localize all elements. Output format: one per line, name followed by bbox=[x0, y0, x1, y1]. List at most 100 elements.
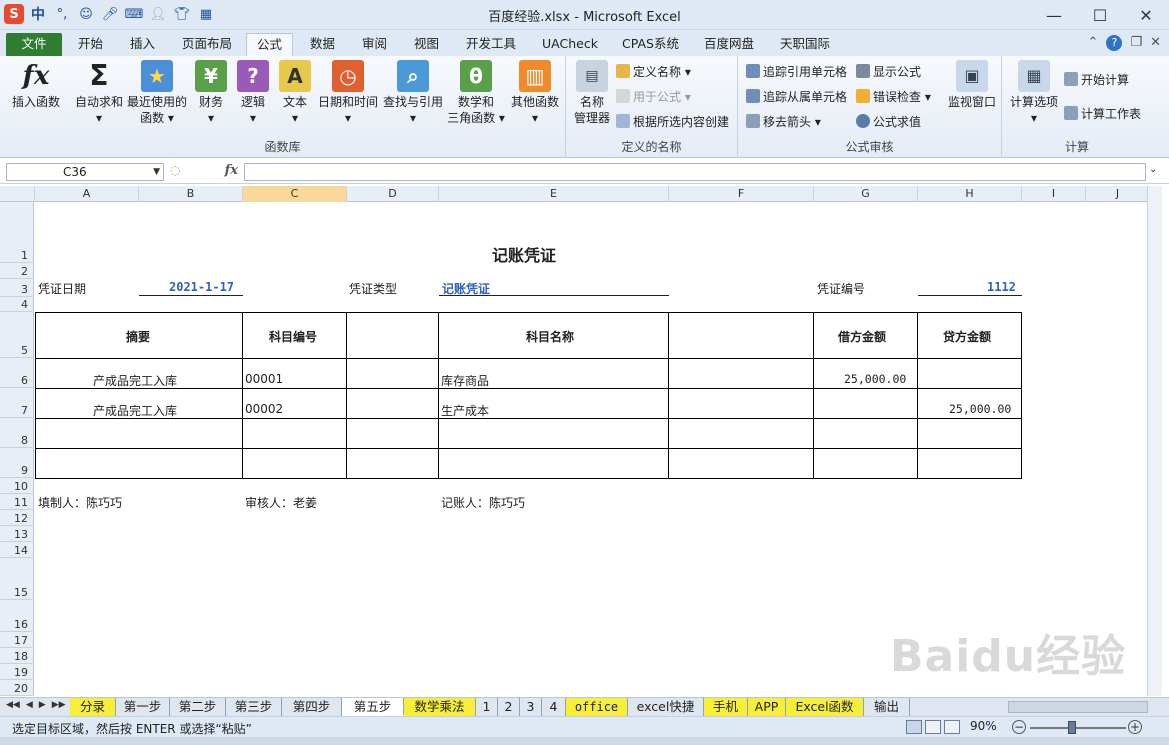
tab-tianzhi[interactable]: 天职国际 bbox=[770, 33, 840, 56]
close-workbook-icon[interactable]: ✕ bbox=[1150, 35, 1161, 51]
close-icon[interactable]: ✕ bbox=[1123, 0, 1169, 30]
sheet-tab[interactable]: 分录 bbox=[70, 698, 116, 716]
next-sheet-icon[interactable]: ▶ bbox=[39, 700, 46, 710]
row-header[interactable]: 6 bbox=[0, 358, 34, 388]
chevron-down-icon[interactable]: ▼ bbox=[153, 164, 160, 180]
column-header[interactable]: B bbox=[139, 186, 243, 202]
tab-review[interactable]: 审阅 bbox=[352, 33, 397, 56]
formula-input[interactable] bbox=[244, 163, 1146, 181]
tab-file[interactable]: 文件 bbox=[6, 33, 62, 56]
column-header[interactable]: E bbox=[439, 186, 669, 202]
zoom-in-icon[interactable]: + bbox=[1128, 720, 1142, 734]
row-header[interactable]: 20 bbox=[0, 680, 34, 696]
column-header[interactable]: D bbox=[347, 186, 439, 202]
row-header[interactable]: 2 bbox=[0, 263, 34, 279]
autosum-button[interactable]: Σ 自动求和 ▾ bbox=[70, 60, 128, 126]
maximize-icon[interactable]: ☐ bbox=[1077, 0, 1123, 30]
tab-data[interactable]: 数据 bbox=[300, 33, 345, 56]
row-header[interactable]: 14 bbox=[0, 542, 34, 558]
sheet-tab[interactable]: 1 bbox=[476, 698, 498, 716]
name-manager-button[interactable]: ▤ 名称 管理器 bbox=[570, 60, 614, 126]
create-from-selection-button[interactable]: 根据所选内容创建 bbox=[616, 112, 729, 132]
sheet-tab[interactable]: 4 bbox=[542, 698, 566, 716]
collapse-ribbon-icon[interactable]: ⌃ bbox=[1088, 35, 1099, 51]
row-header[interactable]: 1 bbox=[0, 202, 34, 263]
financial-button[interactable]: ¥ 财务 ▾ bbox=[192, 60, 230, 126]
column-header[interactable]: C bbox=[243, 186, 347, 202]
row-header[interactable]: 18 bbox=[0, 648, 34, 664]
insert-function-button[interactable]: fx 插入函数 bbox=[8, 60, 64, 110]
sheet-tab[interactable]: 数学乘法 bbox=[404, 698, 476, 716]
tab-formulas[interactable]: 公式 bbox=[246, 33, 294, 56]
name-box[interactable]: C36 ▼ bbox=[6, 163, 164, 181]
row-header[interactable]: 3 bbox=[0, 279, 34, 297]
help-icon[interactable]: ? bbox=[1106, 35, 1123, 51]
calculate-sheet-button[interactable]: 计算工作表 bbox=[1064, 104, 1141, 124]
zoom-slider[interactable] bbox=[1030, 727, 1126, 729]
row-header[interactable]: 4 bbox=[0, 297, 34, 312]
column-header[interactable]: J bbox=[1086, 186, 1150, 202]
minimize-icon[interactable]: — bbox=[1031, 0, 1077, 30]
row-header[interactable]: 12 bbox=[0, 510, 34, 526]
page-layout-view-icon[interactable] bbox=[925, 720, 941, 734]
first-sheet-icon[interactable]: ◀◀ bbox=[6, 700, 20, 710]
watch-window-button[interactable]: ▣ 监视窗口 bbox=[944, 60, 1000, 110]
evaluate-formula-button[interactable]: 公式求值 bbox=[856, 112, 921, 132]
row-header[interactable]: 13 bbox=[0, 526, 34, 542]
calculation-options-button[interactable]: ▦ 计算选项 ▾ bbox=[1006, 60, 1062, 126]
math-trig-button[interactable]: θ 数学和 三角函数 ▾ bbox=[446, 60, 506, 126]
remove-arrows-button[interactable]: 移去箭头 ▾ bbox=[746, 112, 821, 132]
define-name-button[interactable]: 定义名称 ▾ bbox=[616, 62, 691, 82]
zoom-out-icon[interactable]: − bbox=[1012, 720, 1026, 734]
zoom-slider-thumb[interactable] bbox=[1068, 721, 1076, 734]
insert-function-icon[interactable]: fx bbox=[225, 163, 238, 178]
sheet-tab[interactable]: 3 bbox=[520, 698, 542, 716]
sheet-tab[interactable]: 第一步 bbox=[116, 698, 170, 716]
page-break-view-icon[interactable] bbox=[944, 720, 960, 734]
last-sheet-icon[interactable]: ▶▶ bbox=[52, 700, 66, 710]
restore-window-icon[interactable]: ❐ bbox=[1130, 35, 1142, 51]
calculate-now-button[interactable]: 开始计算 bbox=[1064, 70, 1129, 90]
text-button[interactable]: A 文本 ▾ bbox=[276, 60, 314, 126]
sheet-tab[interactable]: 第三步 bbox=[226, 698, 282, 716]
error-checking-button[interactable]: 错误检查 ▾ bbox=[856, 87, 931, 107]
formula-expand-icon[interactable]: ◌ bbox=[170, 163, 180, 177]
recently-used-button[interactable]: ★ 最近使用的 函数 ▾ bbox=[126, 60, 188, 126]
vertical-scrollbar[interactable] bbox=[1147, 186, 1162, 696]
row-header[interactable]: 17 bbox=[0, 632, 34, 648]
sheet-tab-active[interactable]: 第五步 bbox=[342, 698, 404, 716]
row-header[interactable]: 19 bbox=[0, 664, 34, 680]
show-formulas-button[interactable]: 显示公式 bbox=[856, 62, 921, 82]
sheet-tab[interactable]: excel快捷 bbox=[628, 698, 704, 716]
tab-cpas[interactable]: CPAS系统 bbox=[612, 33, 689, 56]
sheet-tab[interactable]: office bbox=[566, 698, 628, 716]
row-header[interactable]: 15 bbox=[0, 558, 34, 600]
trace-dependents-button[interactable]: 追踪从属单元格 bbox=[746, 87, 847, 107]
normal-view-icon[interactable] bbox=[906, 720, 922, 734]
column-header[interactable]: A bbox=[35, 186, 139, 202]
horizontal-scrollbar[interactable] bbox=[1008, 701, 1148, 713]
tab-developer[interactable]: 开发工具 bbox=[456, 33, 526, 56]
expand-formula-bar-icon[interactable]: ⌄ bbox=[1149, 164, 1157, 175]
zoom-level[interactable]: 90% bbox=[970, 719, 997, 733]
column-header[interactable]: I bbox=[1022, 186, 1086, 202]
sheet-tab[interactable]: APP bbox=[748, 698, 786, 716]
row-header[interactable]: 9 bbox=[0, 448, 34, 478]
select-all-corner[interactable] bbox=[0, 186, 35, 202]
sheet-tab[interactable]: 2 bbox=[498, 698, 520, 716]
lookup-reference-button[interactable]: ⌕ 查找与引用 ▾ bbox=[382, 60, 444, 126]
row-header[interactable]: 7 bbox=[0, 388, 34, 418]
row-header[interactable]: 11 bbox=[0, 494, 34, 510]
tab-page-layout[interactable]: 页面布局 bbox=[172, 33, 242, 56]
tab-uacheck[interactable]: UACheck bbox=[532, 33, 608, 56]
use-in-formula-button[interactable]: 用于公式 ▾ bbox=[616, 87, 691, 107]
sheet-tab[interactable]: 第二步 bbox=[170, 698, 226, 716]
row-header[interactable]: 5 bbox=[0, 312, 34, 358]
column-header[interactable]: F bbox=[669, 186, 814, 202]
sheet-tab[interactable]: 第四步 bbox=[282, 698, 342, 716]
sheet-tab[interactable]: 手机 bbox=[704, 698, 748, 716]
row-header[interactable]: 8 bbox=[0, 418, 34, 448]
column-header[interactable]: G bbox=[814, 186, 918, 202]
row-header[interactable]: 16 bbox=[0, 600, 34, 632]
trace-precedents-button[interactable]: 追踪引用单元格 bbox=[746, 62, 847, 82]
